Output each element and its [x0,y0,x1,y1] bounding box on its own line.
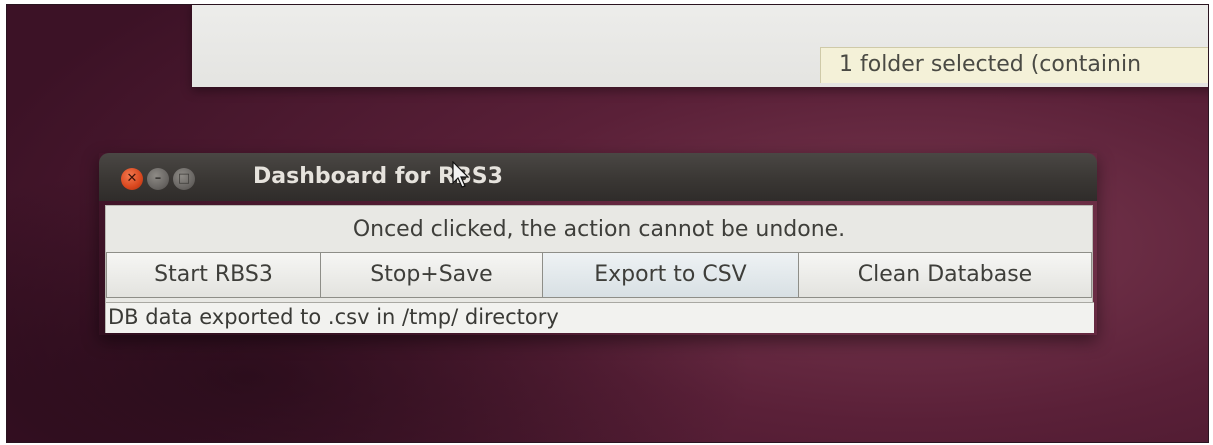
title-bar[interactable]: ✕ – □ Dashboard for RBS3 [99,153,1097,201]
status-message: DB data exported to .csv in /tmp/ direct… [106,302,1094,333]
warning-label: Onced clicked, the action cannot be undo… [352,217,846,242]
mouse-pointer-icon [452,161,470,188]
dashboard-panel: Onced clicked, the action cannot be undo… [105,205,1094,333]
desktop-screen: 1 folder selected (containin ✕ – □ Dashb… [6,4,1209,443]
file-manager-window: 1 folder selected (containin [192,5,1208,87]
dashboard-window: ✕ – □ Dashboard for RBS3 Onced clicked, … [99,153,1097,335]
stop-save-button[interactable]: Stop+Save [320,252,542,298]
action-button-row: Start RBS3 Stop+Save Export to CSV Clean… [106,252,1092,300]
clean-database-button[interactable]: Clean Database [798,252,1092,298]
close-icon: ✕ [126,171,138,186]
maximize-button[interactable]: □ [173,168,195,190]
export-csv-button[interactable]: Export to CSV [542,252,798,298]
maximize-icon: □ [177,171,191,186]
minimize-icon: – [154,171,162,186]
start-rbs3-button[interactable]: Start RBS3 [106,252,320,298]
close-button[interactable]: ✕ [121,168,143,190]
minimize-button[interactable]: – [147,168,169,190]
selection-status-bar: 1 folder selected (containin [820,47,1208,83]
